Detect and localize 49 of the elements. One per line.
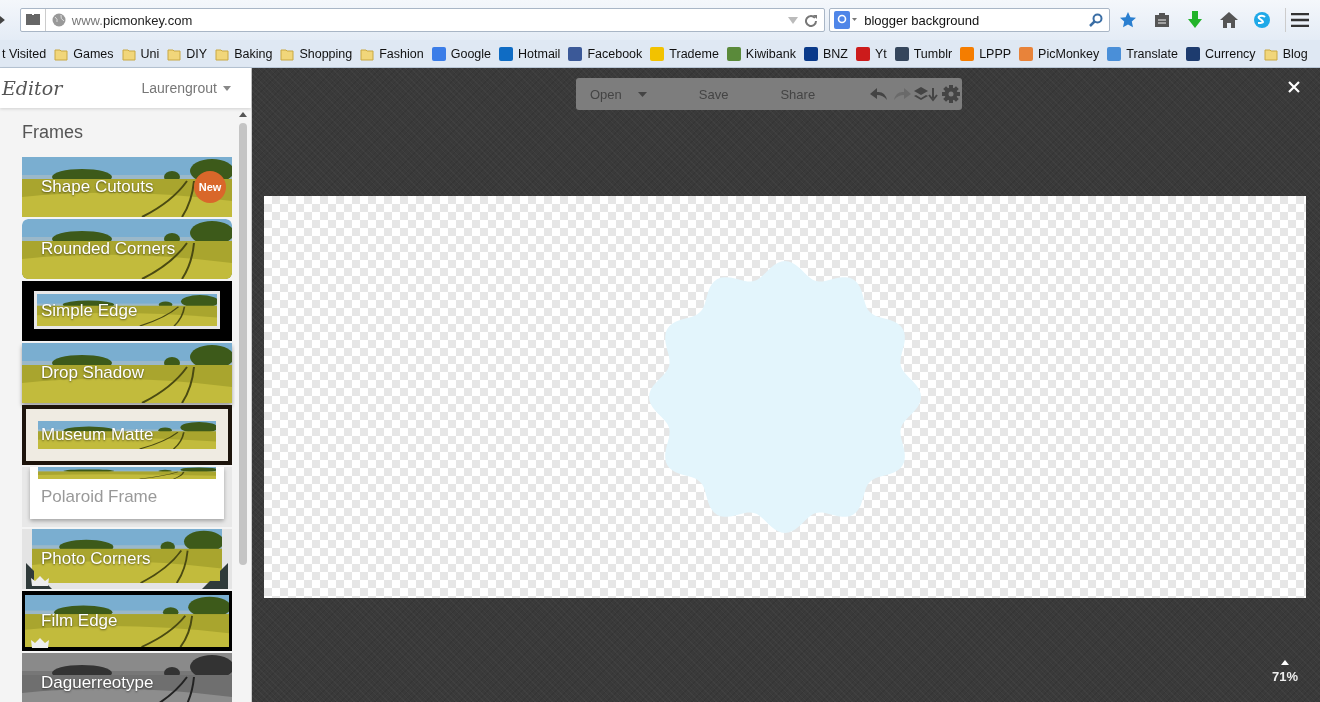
bookmark-link[interactable]: Uni — [121, 46, 160, 61]
bookmark-link[interactable]: BNZ — [803, 46, 848, 61]
user-menu[interactable]: Laurengrout — [141, 80, 231, 96]
folder-icon — [121, 46, 136, 61]
bookmark-link[interactable]: Currency — [1185, 46, 1256, 61]
bookmark-link[interactable]: Baking — [215, 46, 273, 61]
caret-icon — [223, 85, 231, 91]
undo-icon[interactable] — [868, 87, 889, 101]
address-bar[interactable]: www.picmonkey.com — [19, 8, 826, 32]
zoom-up-icon[interactable] — [1281, 660, 1289, 665]
reload-icon[interactable] — [804, 13, 819, 27]
editor-logo: Editor — [2, 77, 63, 99]
layers-icon[interactable] — [913, 86, 940, 102]
section-title: Frames — [22, 122, 84, 143]
folder-icon — [167, 46, 182, 61]
bookmark-link[interactable]: Tumblr — [894, 46, 953, 61]
bookmark-link[interactable]: Blog — [1263, 46, 1308, 61]
caret-icon — [637, 91, 647, 97]
bookmark-link[interactable]: Google — [431, 46, 491, 61]
folder-icon — [215, 46, 230, 61]
search-bar[interactable]: blogger background — [829, 8, 1110, 32]
zoom-level: 71% — [1271, 669, 1298, 684]
bookmark-link[interactable]: Shopping — [280, 46, 353, 61]
bookmark-link[interactable]: Facebook — [568, 46, 643, 61]
bookmark-link[interactable]: Hotmail — [499, 46, 561, 61]
folder-icon — [1263, 46, 1278, 61]
bookmark-link[interactable]: LPPP — [960, 46, 1012, 61]
scroll-up-icon[interactable] — [239, 112, 247, 117]
bookmark-link[interactable]: DIY — [167, 46, 208, 61]
folder-icon — [280, 46, 295, 61]
bookmark-link[interactable]: PicMonkey — [1019, 46, 1100, 61]
bookmark-link[interactable]: Yt — [855, 46, 887, 61]
frame-option[interactable]: Daguerreotype — [22, 653, 232, 702]
corner-icon — [202, 563, 228, 589]
folder-icon — [360, 46, 375, 61]
bookmark-link[interactable]: t Visited — [2, 46, 47, 61]
globe-icon — [51, 13, 66, 27]
google-icon[interactable] — [834, 11, 859, 29]
folder-icon — [54, 46, 69, 61]
dropdown-arrow-icon[interactable] — [788, 16, 799, 24]
bookmark-link[interactable]: Translate — [1107, 46, 1178, 61]
settings-icon[interactable] — [941, 85, 960, 103]
bookmark-link[interactable]: Fashion — [360, 46, 424, 61]
search-icon[interactable] — [1088, 13, 1103, 27]
bookmark-link[interactable]: Kiwibank — [726, 46, 796, 61]
bookmark-link[interactable]: Trademe — [650, 46, 719, 61]
url-text: www.picmonkey.com — [71, 12, 194, 28]
bookmark-link[interactable]: Games — [54, 46, 114, 61]
frame-option[interactable]: Shape Cutouts New — [22, 157, 232, 217]
